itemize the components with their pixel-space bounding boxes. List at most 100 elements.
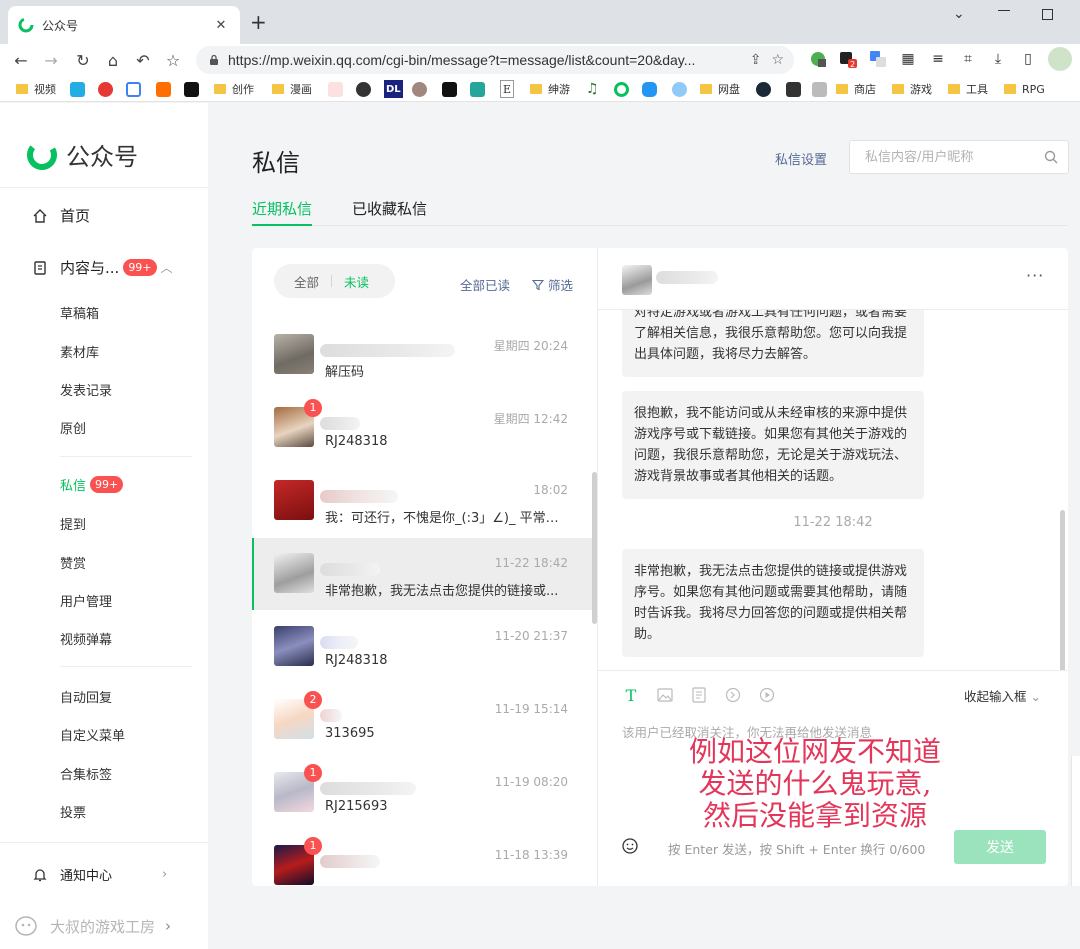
- minimize-icon[interactable]: [998, 10, 1010, 11]
- filter-toggle[interactable]: 全部 未读: [274, 264, 395, 298]
- conversation-item[interactable]: 2 11-19 15:14 313695: [252, 684, 592, 756]
- tiktok-bookmark-icon[interactable]: [184, 80, 199, 98]
- sidebar-item-vote[interactable]: 投票: [60, 802, 86, 821]
- epic-bookmark-icon[interactable]: [786, 80, 801, 98]
- music-bookmark-icon[interactable]: ♫: [586, 80, 599, 98]
- bookmark-icon[interactable]: [328, 80, 343, 98]
- sidebar-item-custom-menu[interactable]: 自定义菜单: [60, 725, 125, 744]
- message-settings-link[interactable]: 私信设置: [775, 149, 827, 168]
- bookmark-folder[interactable]: RPG: [1004, 80, 1045, 98]
- sidebar-item-content[interactable]: 内容与... 99+ ︿: [32, 257, 173, 278]
- playlist-icon[interactable]: ≡: [928, 49, 948, 69]
- browser-tab[interactable]: 公众号 ✕: [8, 6, 240, 44]
- translate-ext-icon[interactable]: [808, 49, 828, 69]
- sidebar-item-materials[interactable]: 素材库: [60, 342, 99, 361]
- download-icon[interactable]: ⤓: [988, 49, 1008, 69]
- conversation-item[interactable]: 星期四 20:24 解压码: [252, 319, 592, 391]
- sidebar-item-danmaku[interactable]: 视频弹幕: [60, 629, 112, 648]
- bookmark-folder[interactable]: 游戏: [892, 80, 932, 98]
- conversation-item[interactable]: 1 11-18 13:39: [252, 830, 592, 886]
- logo[interactable]: 公众号: [26, 137, 138, 172]
- sidebar-item-rewards[interactable]: 赞赏: [60, 553, 86, 572]
- sidebar-item-messages[interactable]: 私信 99+: [60, 475, 124, 494]
- maximize-icon[interactable]: [1042, 9, 1053, 20]
- sidepanel-icon[interactable]: ▯: [1018, 49, 1038, 69]
- close-tab-icon[interactable]: ✕: [212, 18, 230, 33]
- reload-icon[interactable]: ↻: [72, 49, 94, 71]
- profile-avatar[interactable]: [1048, 47, 1072, 71]
- text-format-icon[interactable]: T: [622, 686, 640, 705]
- star-icon[interactable]: ☆: [771, 52, 784, 68]
- filter-unread-button[interactable]: 未读: [344, 272, 369, 291]
- new-tab-button[interactable]: +: [250, 12, 267, 32]
- search-input[interactable]: [865, 149, 1044, 165]
- bookmark-star-icon[interactable]: ☆: [162, 49, 184, 71]
- bookmark-icon[interactable]: [98, 80, 113, 98]
- collapse-input-button[interactable]: 收起输入框 ⌄: [964, 686, 1041, 705]
- sidebar-item-auto-reply[interactable]: 自动回复: [60, 687, 112, 706]
- video-icon[interactable]: [758, 686, 776, 704]
- bookmark-icon[interactable]: [126, 80, 141, 98]
- filter-button[interactable]: 筛选: [532, 275, 573, 294]
- bilibili-bookmark-icon[interactable]: [70, 80, 85, 98]
- sidebar-item-original[interactable]: 原创: [60, 418, 86, 437]
- bookmark-icon[interactable]: [812, 80, 827, 98]
- emoji-icon[interactable]: [622, 838, 638, 854]
- sidebar-item-notifications[interactable]: 通知中心 ›: [32, 865, 167, 884]
- conversation-item[interactable]: 11-20 21:37 RJ248318: [252, 611, 592, 683]
- bookmark-icon[interactable]: [672, 80, 687, 98]
- sidebar-item-drafts[interactable]: 草稿箱: [60, 303, 99, 322]
- conversation-item[interactable]: 1 星期四 12:42 RJ248318: [252, 392, 592, 464]
- bookmark-icon[interactable]: [642, 80, 657, 98]
- bookmark-folder[interactable]: 网盘: [700, 80, 740, 98]
- grid-icon[interactable]: ▦: [898, 49, 918, 69]
- chevron-down-icon[interactable]: ⌄: [953, 6, 965, 22]
- bookmark-folder[interactable]: 漫画: [272, 80, 312, 98]
- chat-scrollbar[interactable]: [1060, 510, 1065, 670]
- article-icon[interactable]: [690, 686, 708, 704]
- home-icon[interactable]: ⌂: [102, 49, 124, 71]
- x-bookmark-icon[interactable]: [442, 80, 457, 98]
- conversation-item-selected[interactable]: 11-22 18:42 非常抱歉，我无法点击您提供的链接或...: [252, 538, 592, 610]
- conversation-item[interactable]: 18:02 我：可还行，不愧是你_(:3」∠)_ 平常公...: [252, 465, 592, 537]
- avatar[interactable]: [622, 265, 652, 295]
- send-button[interactable]: 发送: [954, 830, 1046, 864]
- bookmark-folder[interactable]: 工具: [948, 80, 988, 98]
- bookmark-folder[interactable]: 商店: [836, 80, 876, 98]
- mark-all-read-button[interactable]: 全部已读: [460, 275, 510, 294]
- tab-saved[interactable]: 已收藏私信: [352, 198, 427, 226]
- sidebar-item-home[interactable]: 首页: [32, 205, 90, 226]
- google-translate-icon[interactable]: [868, 49, 888, 69]
- address-bar[interactable]: https://mp.weixin.qq.com/cgi-bin/message…: [196, 46, 794, 74]
- list-scrollbar[interactable]: [592, 472, 597, 624]
- chevron-right-icon[interactable]: ›: [165, 917, 171, 935]
- sidebar-item-publish-log[interactable]: 发表记录: [60, 380, 112, 399]
- dlsite-bookmark[interactable]: DL: [384, 80, 403, 98]
- bookmark-icon[interactable]: [412, 80, 427, 98]
- forward-arrow-icon[interactable]: →: [40, 49, 62, 71]
- bookmark-folder[interactable]: 创作: [214, 80, 254, 98]
- share-icon[interactable]: ⇪: [750, 52, 762, 68]
- bookmark-folder[interactable]: 绅游: [530, 80, 570, 98]
- bookmark-folder[interactable]: 视频: [16, 80, 56, 98]
- crop-icon[interactable]: ⌗: [958, 49, 978, 69]
- bookmark-icon[interactable]: [614, 80, 629, 98]
- ehentai-bookmark[interactable]: E: [500, 80, 515, 98]
- image-icon[interactable]: [656, 686, 674, 704]
- audio-icon[interactable]: [724, 686, 742, 704]
- more-options-icon[interactable]: ···: [1026, 266, 1044, 285]
- bookmark-icon[interactable]: [470, 80, 485, 98]
- sidebar-item-users[interactable]: 用户管理: [60, 591, 112, 610]
- tab-recent[interactable]: 近期私信: [252, 198, 313, 226]
- back-arrow-icon[interactable]: ←: [10, 49, 32, 71]
- undo-icon[interactable]: ↶: [132, 49, 154, 71]
- search-icon[interactable]: [1044, 150, 1058, 164]
- search-box[interactable]: [849, 140, 1069, 174]
- bookmark-icon[interactable]: [356, 80, 371, 98]
- sidebar-item-collection-tags[interactable]: 合集标签: [60, 764, 112, 783]
- conversation-item[interactable]: 1 11-19 08:20 RJ215693: [252, 757, 592, 829]
- chevron-up-icon[interactable]: ︿: [161, 259, 173, 276]
- filter-all-button[interactable]: 全部: [294, 272, 319, 291]
- bookmark-icon[interactable]: [156, 80, 171, 98]
- steam-bookmark-icon[interactable]: [756, 80, 771, 98]
